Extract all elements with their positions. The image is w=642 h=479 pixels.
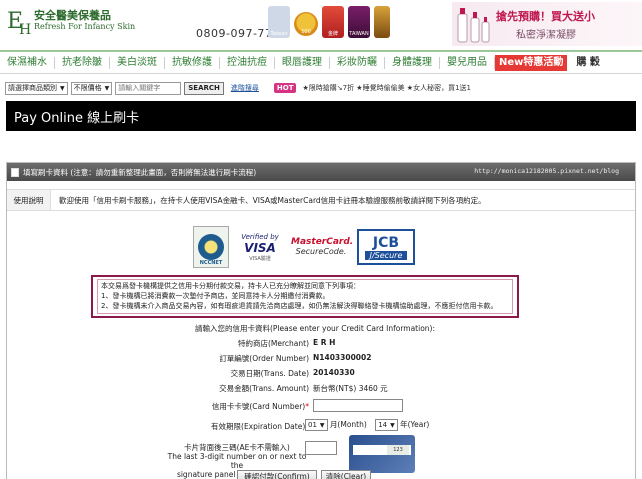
installment-notice: 本交易爲發卡機構提供之信用卡分期付款交易，持卡人已充分瞭解並同意下列事項： 1、… <box>91 275 519 318</box>
erh-logo-icon[interactable]: E H <box>6 4 34 38</box>
svg-text:H: H <box>19 22 31 38</box>
brand-name-en: Refresh For Infancy Skin <box>34 22 136 31</box>
nav-item-moisturize[interactable]: 保濕補水 <box>0 56 55 69</box>
panel-header: 填寫刷卡資料 (注意：請勿重新整理此畫面，否則將無法進行刷卡流程) http:/… <box>7 163 635 181</box>
keyword-input[interactable] <box>115 81 182 95</box>
amount-label: 交易金額(Trans. Amount) <box>219 384 309 393</box>
award-badge-icon: Taiwan <box>268 6 290 38</box>
search-bar: 請選擇商品類別▼ 不限價格▼ SEARCH 進階搜尋 HOT ★限時搶購↘7折 … <box>0 78 642 98</box>
date-value: 20140330 <box>313 368 355 377</box>
nav-item-shopping[interactable]: 購 穀 <box>569 57 606 69</box>
hot-promo-links[interactable]: ★限時搶購↘7折 ★睡覺時偷偷美 ★女人秘密，買1送1 <box>302 83 471 93</box>
verified-by-visa-logo-icon: Verified by VISA VISA驗證 <box>241 232 279 262</box>
amount-row: 交易金額(Trans. Amount) 新台幣(NT$) 3460 元 <box>7 383 635 398</box>
jcb-jsecure-logo-icon: JCB J/Secure <box>357 229 415 265</box>
nav-item-oil-control[interactable]: 控油抗痘 <box>220 56 275 69</box>
usage-instructions: 使用說明 歡迎使用「信用卡刷卡服務」，在持卡人使用VISA金融卡、VISA或Ma… <box>7 189 635 211</box>
form-actions: 確認付款(Confirm) 清除(Clear) <box>7 470 635 479</box>
credit-card-panel: 填寫刷卡資料 (注意：請勿重新整理此畫面，否則將無法進行刷卡流程) http:/… <box>6 162 636 479</box>
clear-button[interactable]: 清除(Clear) <box>321 470 371 479</box>
product-bottles-icon <box>457 8 490 43</box>
award-badge-icon: 金牌 <box>322 6 344 38</box>
merchant-value: E R H <box>313 338 336 347</box>
advanced-search-link[interactable]: 進階搜尋 <box>231 83 259 93</box>
card-number-input[interactable] <box>313 399 403 412</box>
main-nav: 保濕補水 抗老除皺 美白淡斑 抗敏修護 控油抗痘 眼唇護理 彩妝防曬 身體護理 … <box>0 50 642 74</box>
card-number-row: 信用卡卡號(Card Number)* <box>7 398 635 417</box>
usage-label: 使用說明 <box>7 190 51 210</box>
award-badge-icon: 100 <box>294 12 318 36</box>
order-label: 訂單編號(Order Number) <box>219 354 309 363</box>
trophy-icon <box>374 6 390 38</box>
site-header: E H 安全醫美保養品 Refresh For Infancy Skin 080… <box>0 0 642 48</box>
search-button[interactable]: SEARCH <box>184 81 224 95</box>
order-row: 訂單編號(Order Number) N1403300002 <box>7 353 635 368</box>
amount-value: 新台幣(NT$) 3460 元 <box>313 384 388 393</box>
nav-item-makeup[interactable]: 彩妝防曬 <box>330 56 385 69</box>
expiry-year-select[interactable]: 14 ▼ <box>375 419 398 431</box>
nav-item-eye-lip[interactable]: 眼唇護理 <box>275 56 330 69</box>
date-row: 交易日期(Trans. Date) 20140330 <box>7 368 635 383</box>
nccnet-logo-icon: NCCNET <box>193 226 229 268</box>
card-number-label: 信用卡卡號(Card Number)* <box>211 402 309 411</box>
form-intro: 請輸入您的信用卡資料(Please enter your Credit Card… <box>194 324 435 333</box>
year-unit: 年(Year) <box>400 420 430 429</box>
nav-item-new-promotions[interactable]: New特惠活動 <box>495 54 568 71</box>
cvv-input[interactable] <box>305 441 337 455</box>
merchant-row: 特約商店(Merchant) E R H <box>7 338 635 353</box>
panel-heading: 填寫刷卡資料 (注意：請勿重新整理此畫面，否則將無法進行刷卡流程) <box>23 167 257 177</box>
nav-item-anti-aging[interactable]: 抗老除皺 <box>55 56 110 69</box>
watermark-url: http://monica12182005.pixnet.net/blog <box>474 167 619 175</box>
document-icon <box>11 167 19 177</box>
promo-subtitle: 私密淨潔凝膠 <box>516 30 576 41</box>
nav-item-whitening[interactable]: 美白淡斑 <box>110 56 165 69</box>
chevron-down-icon: ▼ <box>390 421 395 429</box>
notice-line: 1、發卡機構已將消費款一次墊付予商店，並同意持卡人分期繳付消費款。 <box>101 292 330 300</box>
brand-name-cn: 安全醫美保養品 <box>34 9 111 22</box>
chevron-down-icon: ▼ <box>60 84 65 92</box>
nav-item-body[interactable]: 身體護理 <box>385 56 440 69</box>
price-select[interactable]: 不限價格 ▼ <box>70 81 113 95</box>
card-back-icon: 123 <box>349 435 415 473</box>
expiry-row: 有效期限(Expiration Date)* 01▼ 月(Month) 14▼ … <box>7 417 635 439</box>
form-intro-row: 請輸入您的信用卡資料(Please enter your Credit Card… <box>7 323 635 338</box>
mastercard-securecode-logo-icon: MasterCard. SecureCode. <box>291 237 354 256</box>
card-form: 請輸入您的信用卡資料(Please enter your Credit Card… <box>7 323 635 479</box>
award-badges: Taiwan 100 金牌 TAIWAN <box>268 6 390 38</box>
expiry-label: 有效期限(Expiration Date)* <box>211 422 309 431</box>
date-label: 交易日期(Trans. Date) <box>230 369 309 378</box>
category-select[interactable]: 請選擇商品類別 ▼ <box>5 81 68 95</box>
notice-line: 本交易爲發卡機構提供之信用卡分期付款交易，持卡人已充分瞭解並同意下列事項： <box>101 282 360 290</box>
merchant-label: 特約商店(Merchant) <box>237 339 309 348</box>
nav-item-sensitive[interactable]: 抗敏修護 <box>165 56 220 69</box>
promo-title: 搶先預購！買大送小 <box>496 10 595 23</box>
nav-item-baby[interactable]: 嬰兒用品 <box>440 56 495 69</box>
hot-badge: HOT <box>273 83 297 93</box>
page-title: Pay Online 線上刷卡 <box>6 101 636 131</box>
expiry-month-select[interactable]: 01 ▼ <box>305 419 328 431</box>
chevron-down-icon: ▼ <box>319 421 325 429</box>
award-badge-icon: TAIWAN <box>348 6 370 38</box>
required-mark: * <box>305 402 309 411</box>
order-value: N1403300002 <box>313 353 372 362</box>
usage-text: 歡迎使用「信用卡刷卡服務」，在持卡人使用VISA金融卡、VISA或MasterC… <box>59 195 486 205</box>
confirm-button[interactable]: 確認付款(Confirm) <box>237 470 317 479</box>
chevron-down-icon: ▼ <box>104 84 110 92</box>
month-unit: 月(Month) <box>329 420 367 429</box>
notice-line: 2、發卡機構未介入商品交易內容，如有瑕疵退貨請先洽商店處理，如仍無法解決得聯絡發… <box>101 302 498 310</box>
promo-banner[interactable]: 搶先預購！買大送小 私密淨潔凝膠 <box>452 2 642 46</box>
security-logos: NCCNET Verified by VISA VISA驗證 MasterCar… <box>193 225 449 269</box>
